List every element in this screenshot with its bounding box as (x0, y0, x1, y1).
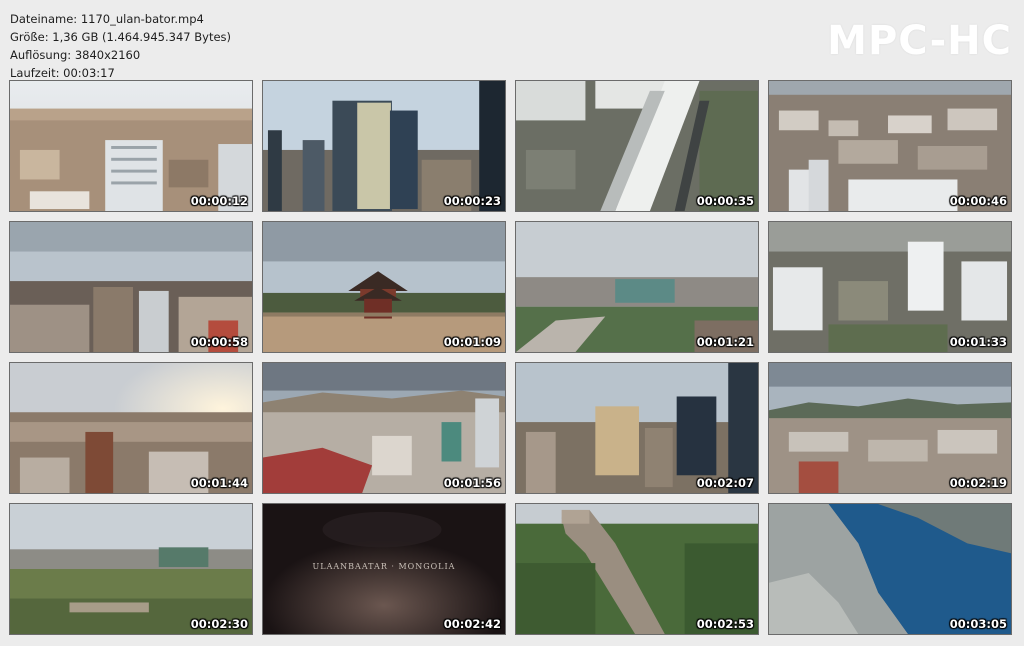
frame-sunset-city (10, 363, 252, 493)
thumbnail: 00:01:56 (262, 362, 506, 494)
timestamp: 00:01:09 (443, 335, 501, 349)
frame-downtown-towers (516, 363, 758, 493)
file-name: Dateiname: 1170_ulan-bator.mp4 (10, 12, 204, 26)
thumbnail: 00:00:12 (9, 80, 253, 212)
thumbnail: 00:00:58 (9, 221, 253, 353)
frame-red-roofs (263, 363, 505, 493)
timestamp: 00:00:23 (443, 194, 501, 208)
frame-great-wall (516, 504, 758, 634)
frame-building-topdown (516, 81, 758, 211)
thumbnail: 00:03:05 (768, 503, 1012, 635)
mpc-hc-logo: MPC-HC (827, 18, 1012, 64)
frame-fjord (769, 504, 1011, 634)
timestamp: 00:02:53 (696, 617, 754, 631)
timestamp: 00:01:56 (443, 476, 501, 490)
timestamp: 00:02:30 (190, 617, 248, 631)
frame-suburb-road (516, 222, 758, 352)
thumbnail: 00:01:44 (9, 362, 253, 494)
thumbnail: 00:02:07 (515, 362, 759, 494)
frame-towers-aerial (769, 222, 1011, 352)
thumbnail: ULAANBAATAR · MONGOLIA 00:02:42 (262, 503, 506, 635)
timestamp: 00:01:21 (696, 335, 754, 349)
timestamp: 00:02:07 (696, 476, 754, 490)
thumbnail: 00:00:46 (768, 80, 1012, 212)
thumbnail: 00:00:35 (515, 80, 759, 212)
thumbnail: 00:02:30 (9, 503, 253, 635)
timestamp: 00:01:44 (190, 476, 248, 490)
frame-city-skyline-cloudy (10, 222, 252, 352)
frame-city-mountains (769, 363, 1011, 493)
timestamp: 00:00:12 (190, 194, 248, 208)
title-card-text: ULAANBAATAR · MONGOLIA (312, 562, 456, 571)
frame-dense-city (769, 81, 1011, 211)
file-size: Größe: 1,36 GB (1.464.945.347 Bytes) (10, 30, 232, 44)
frame-city-aerial (10, 81, 252, 211)
frame-glass-towers (263, 81, 505, 211)
file-info: Dateiname: 1170_ulan-bator.mp4 Größe: 1,… (10, 10, 231, 82)
file-resolution: Auflösung: 3840x2160 (10, 48, 141, 62)
thumbnail: 00:01:09 (262, 221, 506, 353)
frame-green-field (10, 504, 252, 634)
frame-pagoda (263, 222, 505, 352)
timestamp: 00:02:42 (443, 617, 501, 631)
timestamp: 00:01:33 (949, 335, 1007, 349)
thumbnail: 00:01:33 (768, 221, 1012, 353)
timestamp: 00:03:05 (949, 617, 1007, 631)
timestamp: 00:00:46 (949, 194, 1007, 208)
timestamp: 00:02:19 (949, 476, 1007, 490)
timestamp: 00:00:58 (190, 335, 248, 349)
timestamp: 00:00:35 (696, 194, 754, 208)
thumbnail: 00:01:21 (515, 221, 759, 353)
thumbnail: 00:02:53 (515, 503, 759, 635)
thumbnail: 00:00:23 (262, 80, 506, 212)
thumbnail: 00:02:19 (768, 362, 1012, 494)
